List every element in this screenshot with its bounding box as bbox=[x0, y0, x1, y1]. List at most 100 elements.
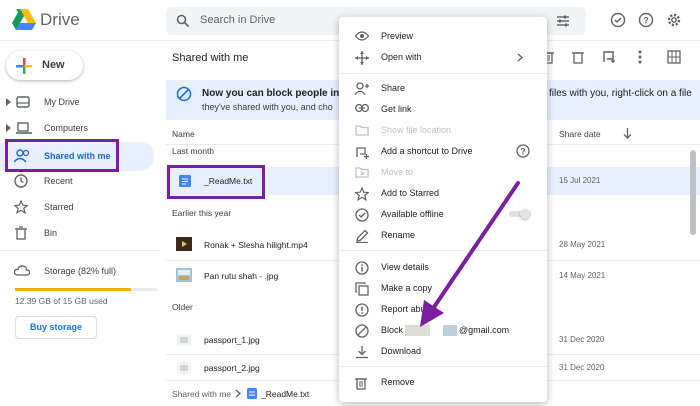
more-options-icon[interactable] bbox=[638, 50, 642, 64]
column-header-share-date[interactable]: Share date bbox=[559, 129, 601, 139]
menu-item-label: Share bbox=[381, 83, 406, 93]
menu-item-label: Remove bbox=[381, 377, 415, 387]
chevron-right-icon bbox=[517, 53, 523, 62]
file-share-date: 28 May 2021 bbox=[559, 240, 606, 249]
sidebar-item-starred[interactable]: Starred bbox=[0, 196, 160, 218]
file-name: Pan rutu shah - .jpg bbox=[204, 271, 279, 281]
offline-status-icon[interactable] bbox=[610, 12, 626, 28]
grid-view-icon[interactable] bbox=[667, 50, 681, 64]
block-icon bbox=[355, 324, 369, 338]
app-title: Drive bbox=[40, 10, 80, 29]
sidebar-item-computers[interactable]: Computers bbox=[0, 117, 160, 139]
menu-divider bbox=[339, 366, 547, 367]
move-folder-icon bbox=[355, 166, 369, 178]
breadcrumb-root[interactable]: Shared with me bbox=[172, 389, 231, 399]
breadcrumb-file[interactable]: _ReadMe.txt bbox=[261, 389, 309, 399]
expand-arrow-icon[interactable] bbox=[6, 98, 12, 106]
readme-highlight-box bbox=[167, 165, 265, 199]
banner-text: they've shared with you, and cho bbox=[202, 102, 333, 112]
banner-title: Now you can block people in bbox=[202, 88, 340, 99]
star-icon bbox=[14, 200, 28, 214]
storage-usage-fill bbox=[15, 288, 132, 291]
file-name: passport_1.jpg bbox=[204, 335, 260, 345]
menu-item-get-link[interactable]: Get link bbox=[339, 99, 547, 120]
sidebar-item-bin[interactable]: Bin bbox=[0, 222, 160, 244]
storage-usage-bar bbox=[15, 288, 157, 291]
trash-icon bbox=[15, 226, 27, 240]
menu-item-label: Download bbox=[381, 346, 422, 356]
file-name: Ronak + Slesha hilight.mp4 bbox=[204, 240, 308, 250]
section-older: Older bbox=[172, 302, 193, 312]
svg-text:?: ? bbox=[520, 147, 526, 157]
text-file-icon bbox=[247, 388, 257, 399]
new-button-label: New bbox=[42, 59, 65, 71]
storage-used-text: 12.39 GB of 15 GB used bbox=[15, 296, 108, 306]
file-share-date: 14 May 2021 bbox=[559, 271, 606, 280]
menu-item-open-with[interactable]: Open with bbox=[339, 47, 547, 68]
menu-item-remove[interactable]: Remove bbox=[339, 372, 547, 393]
sidebar-item-storage[interactable]: Storage (82% full) bbox=[0, 260, 160, 282]
help-icon[interactable]: ? bbox=[638, 12, 654, 28]
sidebar-divider bbox=[0, 250, 160, 251]
search-icon[interactable] bbox=[176, 14, 190, 28]
image-thumbnail-icon bbox=[177, 334, 191, 346]
link-icon bbox=[355, 103, 369, 113]
drive-logo-icon[interactable] bbox=[12, 9, 36, 30]
menu-item-label: Show file location bbox=[381, 125, 452, 135]
menu-item-show-file-location: Show file location bbox=[339, 120, 547, 141]
search-input[interactable]: Search in Drive bbox=[200, 14, 275, 26]
trash-toolbar-icon[interactable] bbox=[572, 50, 584, 64]
sidebar-item-label: Storage (82% full) bbox=[44, 266, 117, 276]
buy-storage-button[interactable]: Buy storage bbox=[15, 316, 97, 339]
clock-icon bbox=[14, 174, 28, 188]
menu-item-label: Get link bbox=[381, 104, 412, 114]
section-last-month: Last month bbox=[172, 146, 215, 156]
sort-down-arrow-icon[interactable] bbox=[623, 128, 632, 139]
menu-item-share[interactable]: Share bbox=[339, 78, 547, 99]
plus-icon bbox=[16, 58, 32, 74]
sidebar-item-label: Bin bbox=[44, 228, 58, 238]
file-name: passport_2.jpg bbox=[204, 363, 260, 373]
add-shortcut-icon[interactable] bbox=[601, 49, 617, 65]
expand-arrow-icon[interactable] bbox=[6, 124, 12, 132]
column-header-name[interactable]: Name bbox=[172, 129, 195, 139]
chevron-right-icon bbox=[235, 389, 241, 398]
sidebar-item-recent[interactable]: Recent bbox=[0, 170, 160, 192]
menu-item-add-shortcut[interactable]: Add a shortcut to Drive ? bbox=[339, 141, 547, 162]
offline-check-icon bbox=[355, 208, 369, 222]
pencil-icon bbox=[355, 229, 369, 243]
sidebar-item-my-drive[interactable]: My Drive bbox=[0, 91, 160, 113]
svg-text:?: ? bbox=[643, 16, 649, 26]
help-icon[interactable]: ? bbox=[516, 144, 530, 158]
sidebar-item-label: Starred bbox=[44, 202, 74, 212]
move-arrows-icon bbox=[355, 51, 369, 65]
trash-icon bbox=[355, 376, 367, 390]
menu-divider bbox=[339, 73, 547, 74]
banner-title-end: files with you, right-click on a file bbox=[549, 88, 692, 99]
menu-item-label: Preview bbox=[381, 31, 414, 41]
download-icon bbox=[355, 345, 369, 359]
annotation-arrow-icon bbox=[420, 181, 520, 327]
sidebar-item-label: My Drive bbox=[44, 97, 80, 107]
menu-item-label: Add a shortcut to Drive bbox=[381, 146, 473, 156]
menu-item-preview[interactable]: Preview bbox=[339, 26, 547, 47]
alert-icon bbox=[355, 303, 369, 317]
video-thumbnail-icon bbox=[176, 237, 192, 251]
file-share-date: 15 Jul 2021 bbox=[559, 176, 601, 185]
settings-gear-icon[interactable] bbox=[666, 12, 682, 28]
menu-item-download[interactable]: Download bbox=[339, 341, 547, 362]
new-button[interactable]: New bbox=[6, 51, 83, 80]
my-drive-icon bbox=[16, 95, 30, 109]
section-earlier-this-year: Earlier this year bbox=[172, 208, 232, 218]
scrollbar-thumb[interactable] bbox=[690, 150, 696, 235]
shared-with-me-highlight-box bbox=[5, 139, 119, 172]
copy-icon bbox=[355, 282, 369, 296]
sidebar-item-label: Computers bbox=[44, 123, 89, 133]
filter-options-icon[interactable] bbox=[556, 14, 570, 28]
folder-icon bbox=[355, 124, 369, 136]
star-icon bbox=[355, 187, 369, 201]
file-share-date: 31 Dec 2020 bbox=[559, 363, 605, 372]
image-thumbnail-icon bbox=[176, 268, 192, 282]
add-person-icon bbox=[355, 82, 369, 95]
computer-icon bbox=[16, 121, 32, 135]
